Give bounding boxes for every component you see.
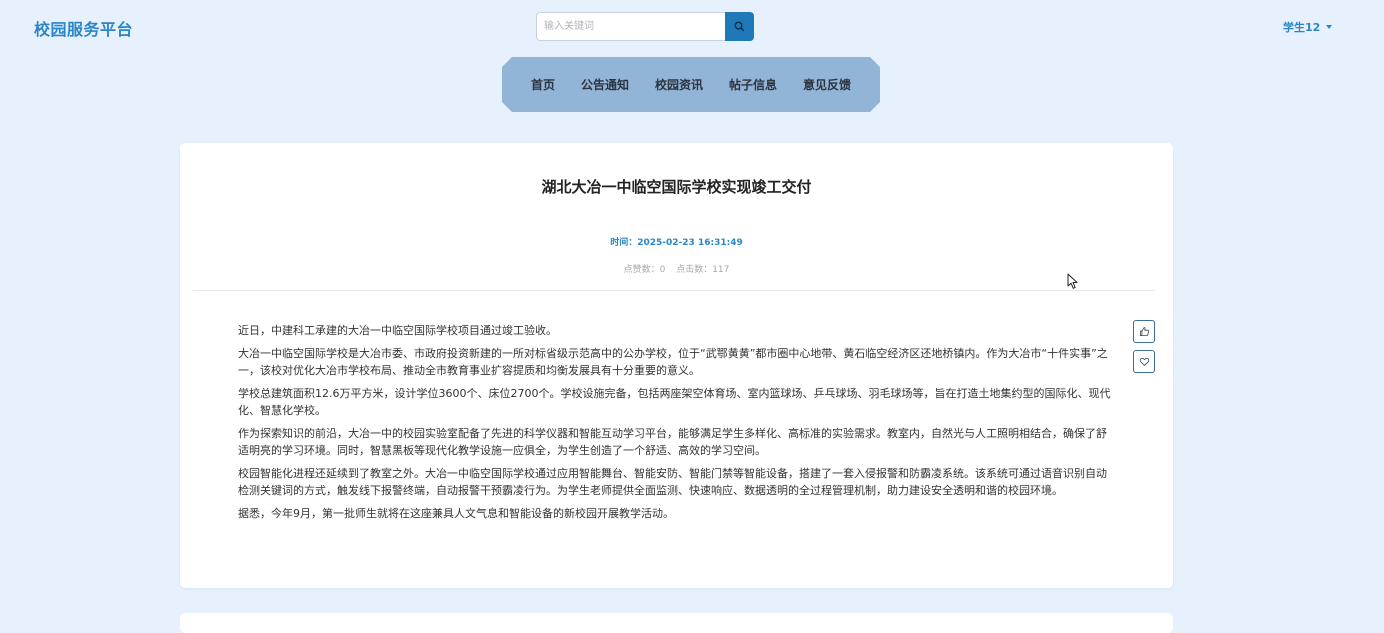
article-stats: 点赞数：0 点击数：117: [180, 262, 1173, 275]
like-count: 点赞数：0: [623, 265, 666, 275]
like-button[interactable]: [1133, 320, 1155, 343]
chevron-down-icon: [1326, 25, 1333, 29]
article-body: 近日，中建科工承建的大冶一中临空国际学校项目通过竣工验收。 大冶一中临空国际学校…: [238, 322, 1114, 528]
search-bar: [536, 12, 754, 41]
article-paragraph: 作为探索知识的前沿，大冶一中的校园实验室配备了先进的科学仪器和智能互动学习平台，…: [238, 427, 1107, 457]
comments-card: [180, 613, 1173, 633]
article-paragraph: 大冶一中临空国际学校是大冶市委、市政府投资新建的一所对标省级示范高中的公办学校，…: [238, 347, 1108, 377]
nav-item-news[interactable]: 校园资讯: [642, 76, 716, 93]
thumbs-up-icon: [1139, 327, 1149, 337]
header: 校园服务平台 学生12 首页 公告通知 校园资讯 帖子信息 意见反馈: [0, 0, 1384, 125]
article-paragraph: 校园智能化进程还延续到了教室之外。大冶一中临空国际学校通过应用智能舞台、智能安防…: [238, 467, 1107, 497]
heart-icon: [1139, 357, 1149, 366]
main-nav: 首页 公告通知 校园资讯 帖子信息 意见反馈: [502, 57, 880, 112]
article-card: 湖北大冶一中临空国际学校实现竣工交付 时间：2025-02-23 16:31:4…: [180, 143, 1173, 588]
search-input[interactable]: [536, 12, 725, 41]
article-paragraph: 近日，中建科工承建的大冶一中临空国际学校项目通过竣工验收。: [238, 324, 557, 337]
mouse-cursor-icon: [1067, 273, 1078, 289]
nav-item-notices[interactable]: 公告通知: [568, 76, 642, 93]
favorite-button[interactable]: [1133, 350, 1155, 373]
user-menu[interactable]: 学生12: [1283, 19, 1333, 35]
divider: [193, 290, 1155, 291]
nav-item-posts[interactable]: 帖子信息: [716, 76, 790, 93]
user-name: 学生12: [1283, 21, 1321, 34]
article-time: 时间：2025-02-23 16:31:49: [610, 238, 743, 248]
article-paragraph: 据悉，今年9月，第一批师生就将在这座兼具人文气息和智能设备的新校园开展教学活动。: [238, 507, 674, 520]
search-button[interactable]: [725, 12, 754, 41]
article-title: 湖北大冶一中临空国际学校实现竣工交付: [541, 178, 812, 196]
site-logo[interactable]: 校园服务平台: [34, 16, 133, 40]
click-count: 点击数：117: [676, 265, 730, 275]
nav-item-home[interactable]: 首页: [518, 76, 568, 93]
article-paragraph: 学校总建筑面积12.6万平方米，设计学位3600个、床位2700个。学校设施完备…: [238, 387, 1111, 417]
search-icon: [734, 21, 745, 32]
nav-item-feedback[interactable]: 意见反馈: [790, 76, 864, 93]
